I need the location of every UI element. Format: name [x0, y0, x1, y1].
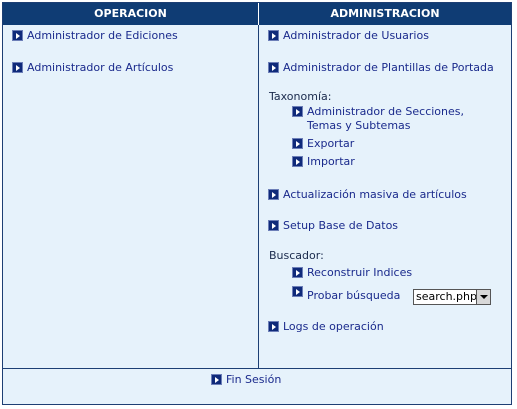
admin-panel: OPERACION ADMINISTRACION Administrador d… — [2, 2, 512, 405]
link-label: Exportar — [307, 137, 355, 150]
link-label: Administrador de Ediciones — [27, 29, 178, 42]
link-reconstruir-indices[interactable]: Reconstruir Indices — [292, 266, 412, 280]
link-label: Administrador de Artículos — [27, 61, 174, 74]
link-administrador-plantillas[interactable]: Administrador de Plantillas de Portada — [268, 61, 494, 75]
link-label: Fin Sesión — [226, 373, 282, 386]
arrow-right-icon — [268, 62, 279, 73]
arrow-right-icon — [268, 189, 279, 200]
link-administrador-secciones[interactable]: Administrador de Secciones, Temas y Subt… — [292, 105, 492, 133]
link-label: Setup Base de Datos — [283, 219, 399, 232]
link-label: Logs de operación — [283, 320, 384, 333]
footer-divider — [3, 368, 511, 369]
operacion-header: OPERACION — [3, 3, 259, 25]
arrow-right-icon — [268, 30, 279, 41]
taxonomia-label: Taxonomía: — [269, 90, 332, 103]
link-exportar[interactable]: Exportar — [292, 137, 354, 151]
link-fin-sesion[interactable]: Fin Sesión — [211, 373, 281, 387]
arrow-right-icon — [292, 156, 303, 167]
search-script-select[interactable]: search.php — [413, 289, 491, 305]
arrow-right-icon — [292, 138, 303, 149]
link-label: Administrador de Secciones, Temas y Subt… — [307, 105, 464, 132]
arrow-right-icon — [12, 62, 23, 73]
link-administrador-ediciones[interactable]: Administrador de Ediciones — [12, 29, 178, 43]
arrow-right-icon — [268, 321, 279, 332]
link-label: Administrador de Plantillas de Portada — [283, 61, 494, 74]
link-actualizacion-masiva[interactable]: Actualización masiva de artículos — [268, 188, 467, 202]
column-divider — [258, 25, 259, 368]
link-label: Actualización masiva de artículos — [283, 188, 467, 201]
link-probar-busqueda[interactable]: Probar búsqueda — [292, 285, 400, 303]
arrow-right-icon — [292, 286, 303, 297]
link-importar[interactable]: Importar — [292, 155, 355, 169]
administracion-header: ADMINISTRACION — [259, 3, 511, 25]
link-label: Reconstruir Indices — [307, 266, 413, 279]
arrow-right-icon — [211, 374, 222, 385]
arrow-right-icon — [268, 220, 279, 231]
link-administrador-articulos[interactable]: Administrador de Artículos — [12, 61, 173, 75]
link-label: Probar búsqueda — [307, 289, 401, 302]
link-label: Administrador de Usuarios — [283, 29, 429, 42]
buscador-label: Buscador: — [269, 249, 324, 262]
link-administrador-usuarios[interactable]: Administrador de Usuarios — [268, 29, 429, 43]
link-logs-operacion[interactable]: Logs de operación — [268, 320, 384, 334]
arrow-right-icon — [292, 267, 303, 278]
link-label: Importar — [307, 155, 355, 168]
arrow-right-icon — [292, 106, 303, 117]
chevron-down-icon[interactable] — [476, 290, 490, 304]
arrow-right-icon — [12, 30, 23, 41]
select-value: search.php — [416, 290, 477, 303]
link-setup-base-datos[interactable]: Setup Base de Datos — [268, 219, 398, 233]
